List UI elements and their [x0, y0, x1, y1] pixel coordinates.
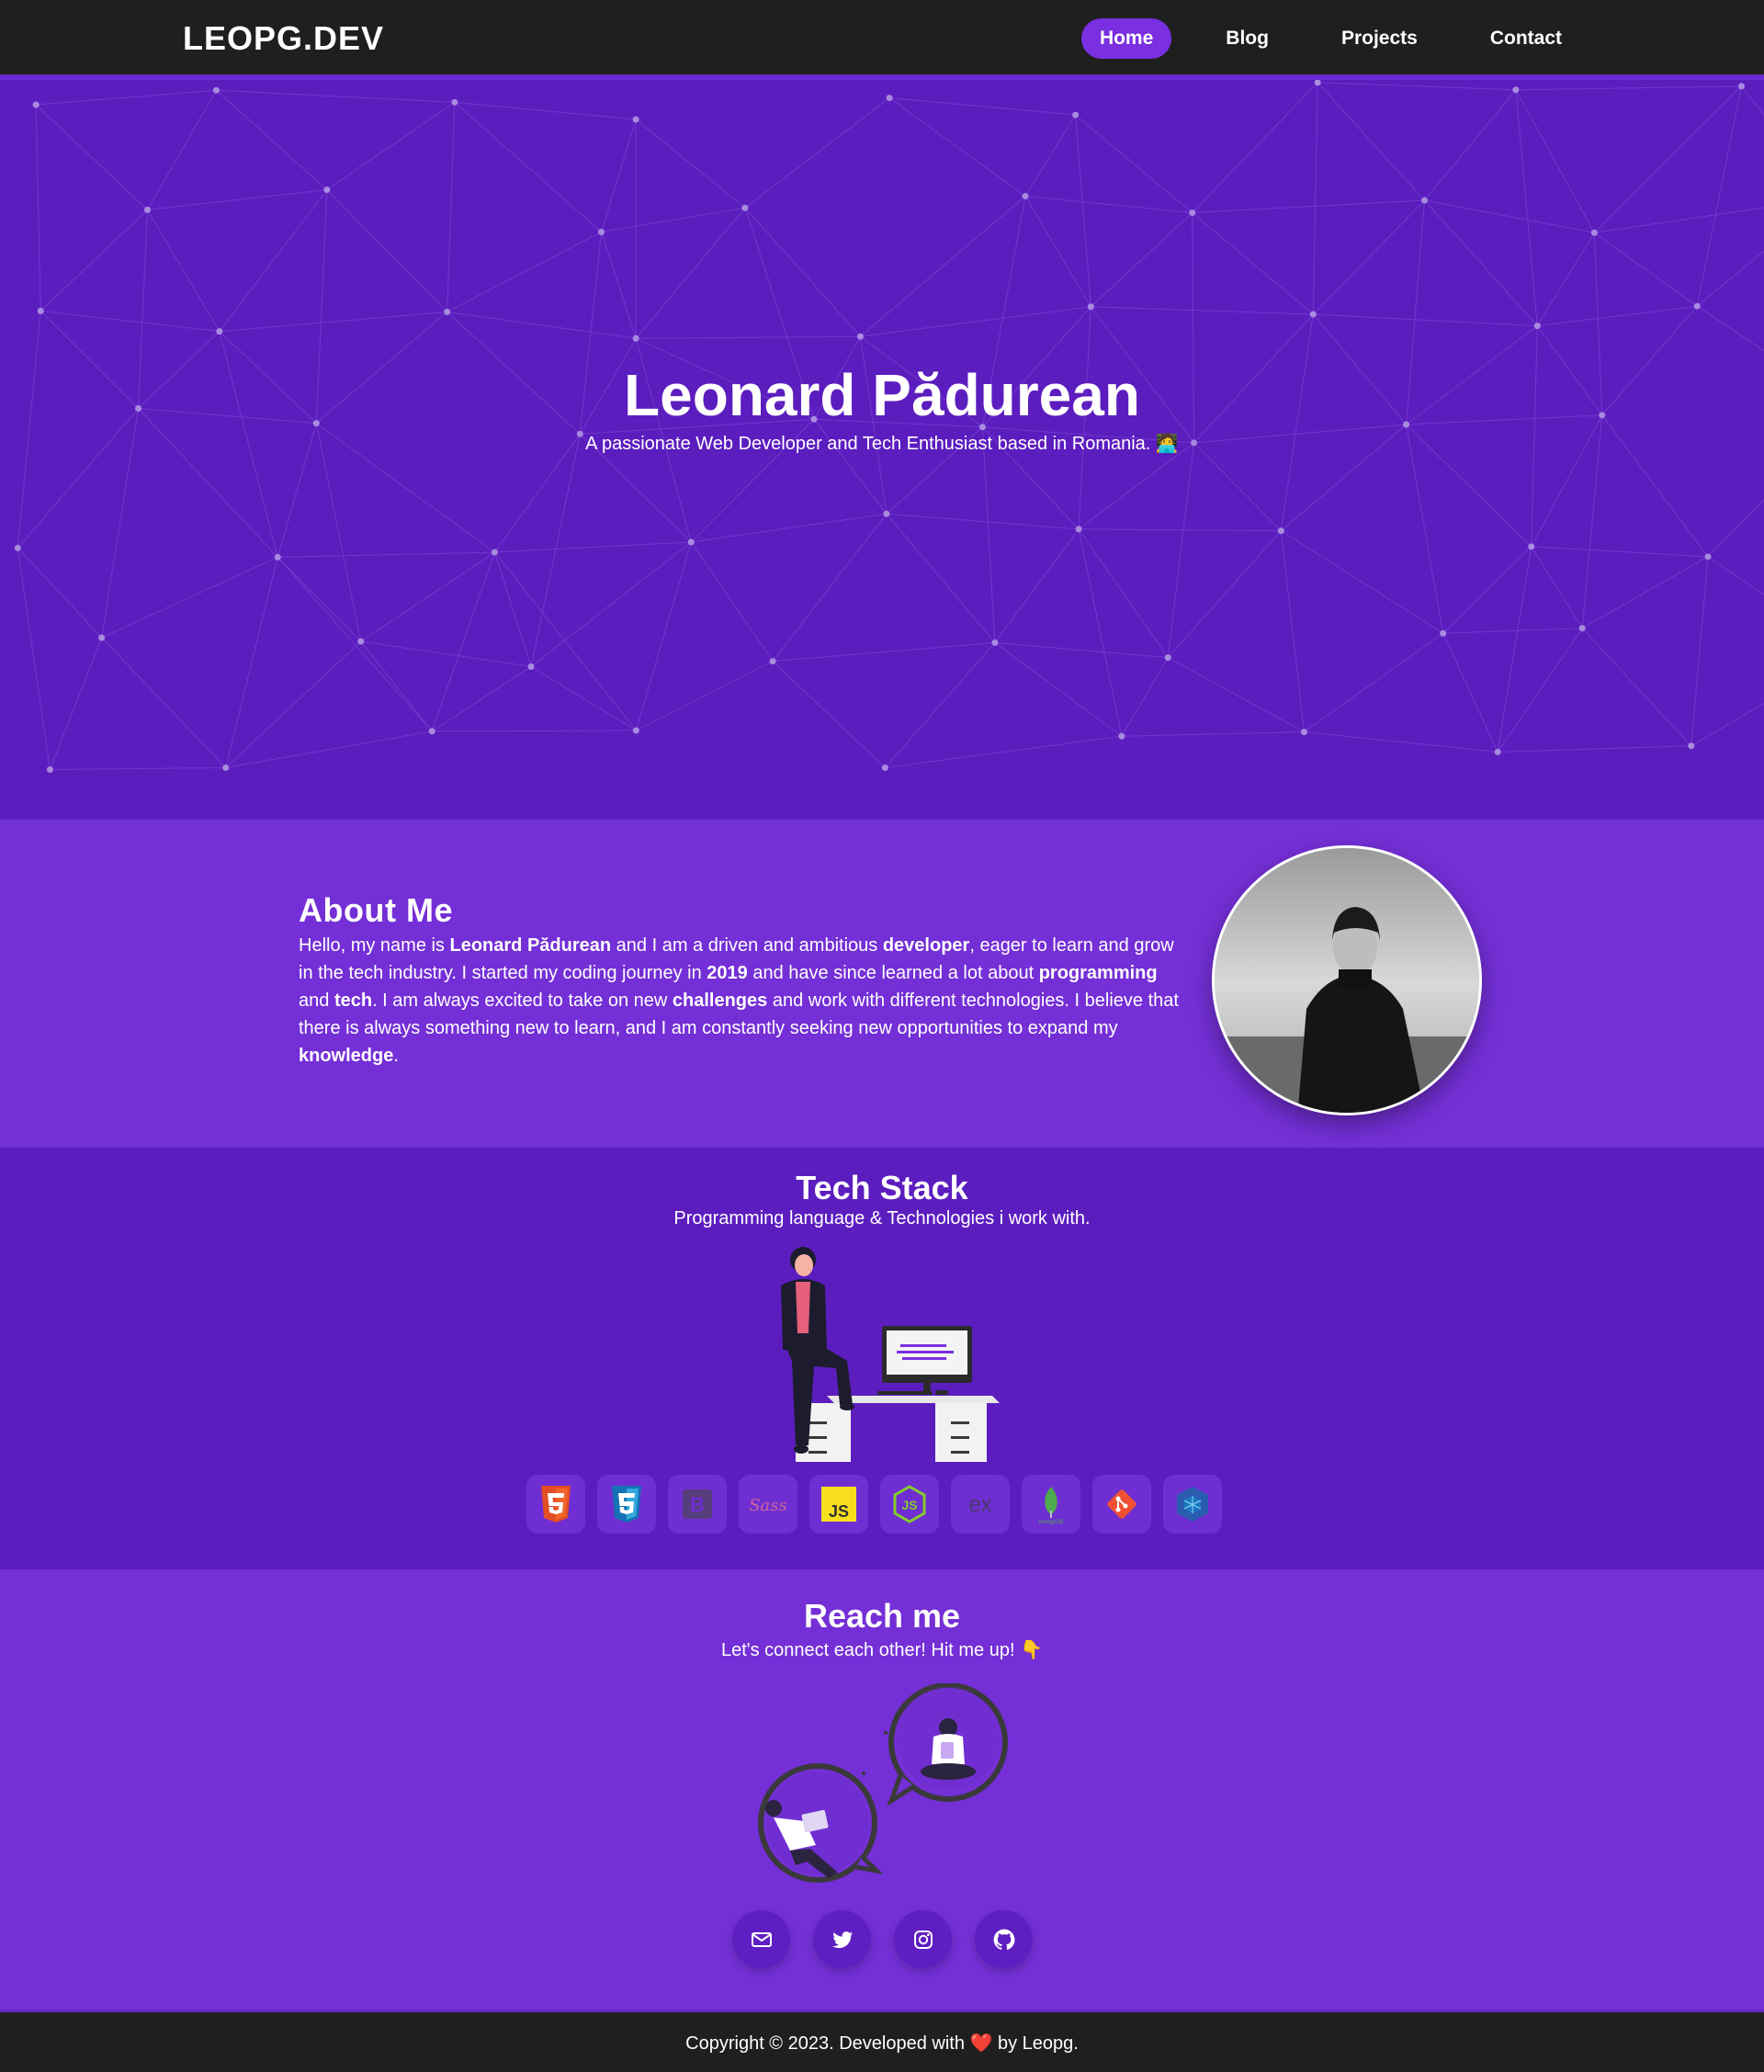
chat-bubbles-illustration	[758, 1683, 1008, 1883]
about-highlight: tech	[334, 991, 373, 1011]
about-text-run: . I am always excited to take on new	[372, 991, 673, 1011]
svg-text:JS: JS	[901, 1498, 917, 1512]
nav-projects-link[interactable]: Projects	[1323, 18, 1436, 59]
github-icon[interactable]	[975, 1910, 1033, 1968]
about-title: About Me	[299, 891, 453, 929]
about-highlight: knowledge	[299, 1046, 394, 1066]
footer: Copyright © 2023. Developed with ❤️ by L…	[0, 2010, 1764, 2072]
about-text-run: Hello, my name is	[299, 935, 450, 956]
copyright-prefix: Copyright © 2023. Developed with	[685, 2033, 970, 2054]
about-text-run: and have since learned a lot about	[747, 963, 1039, 983]
brand-logo[interactable]: LEOPG.DEV	[183, 19, 384, 58]
about-highlight: Leonard Pădurean	[449, 935, 612, 956]
css3-icon[interactable]	[597, 1475, 656, 1534]
tech-title: Tech Stack	[796, 1169, 968, 1206]
nav-menu: Home Blog Projects Contact	[1080, 18, 1580, 59]
about-highlight: programming	[1038, 963, 1158, 983]
hero-section: Leonard Pădurean A passionate Web Develo…	[0, 80, 1764, 820]
social-links	[732, 1910, 1033, 1968]
svg-text:JS: JS	[829, 1502, 849, 1521]
reach-me-section: Reach me Let's connect each other! Hit m…	[0, 1569, 1764, 2010]
nav-blog-link[interactable]: Blog	[1207, 18, 1287, 59]
about-text-run: and	[299, 991, 334, 1011]
about-text-run: .	[393, 1046, 399, 1066]
navbar: LEOPG.DEV Home Blog Projects Contact	[0, 0, 1764, 77]
about-highlight: challenges	[672, 991, 768, 1011]
webpack-icon[interactable]	[1163, 1475, 1222, 1534]
about-text-run: and I am a driven and ambitious	[611, 935, 883, 956]
copyright-suffix: by Leopg.	[992, 2033, 1079, 2054]
mail-icon[interactable]	[732, 1910, 790, 1968]
heart-icon: ❤️	[969, 2033, 993, 2054]
about-section: About Me Hello, my name is Leonard Pădur…	[0, 820, 1764, 1148]
reach-title: Reach me	[803, 1597, 961, 1635]
git-icon[interactable]	[1092, 1475, 1151, 1534]
nodejs-icon[interactable]: JS	[880, 1475, 939, 1534]
express-icon[interactable]: ex	[951, 1475, 1010, 1534]
twitter-icon[interactable]	[813, 1910, 871, 1968]
html5-icon[interactable]	[526, 1475, 585, 1534]
svg-text:B: B	[690, 1493, 705, 1516]
developer-desk-illustration	[781, 1247, 1000, 1462]
copyright-text: Copyright © 2023. Developed with ❤️ by L…	[0, 2032, 1764, 2055]
about-paragraph: Hello, my name is Leonard Pădurean and I…	[299, 932, 1182, 1070]
tech-icons-row: B Sass JS JS ex mongoDB	[526, 1475, 1222, 1534]
hero-title: Leonard Pădurean	[624, 362, 1140, 428]
profile-avatar	[1212, 845, 1482, 1115]
profile-photo	[1215, 848, 1479, 1113]
nav-contact-link[interactable]: Contact	[1472, 18, 1580, 59]
tech-subtitle: Programming language & Technologies i wo…	[673, 1208, 1091, 1228]
about-highlight: 2019	[707, 963, 748, 983]
bootstrap-icon[interactable]: B	[668, 1475, 727, 1534]
reach-subtitle: Let's connect each other! Hit me up! 👇	[720, 1640, 1043, 1660]
sass-icon[interactable]: Sass	[739, 1475, 797, 1534]
instagram-icon[interactable]	[894, 1910, 952, 1968]
tech-stack-section: Tech Stack Programming language & Techno…	[0, 1148, 1764, 1569]
nav-home-link[interactable]: Home	[1080, 18, 1172, 59]
javascript-icon[interactable]: JS	[809, 1475, 868, 1534]
about-highlight: developer	[882, 935, 970, 956]
mongodb-icon[interactable]: mongoDB	[1022, 1475, 1080, 1534]
hero-subtitle: A passionate Web Developer and Tech Enth…	[585, 434, 1179, 454]
svg-text:Sass: Sass	[749, 1496, 787, 1515]
svg-text:ex: ex	[968, 1492, 991, 1517]
svg-text:mongoDB: mongoDB	[1039, 1520, 1064, 1525]
